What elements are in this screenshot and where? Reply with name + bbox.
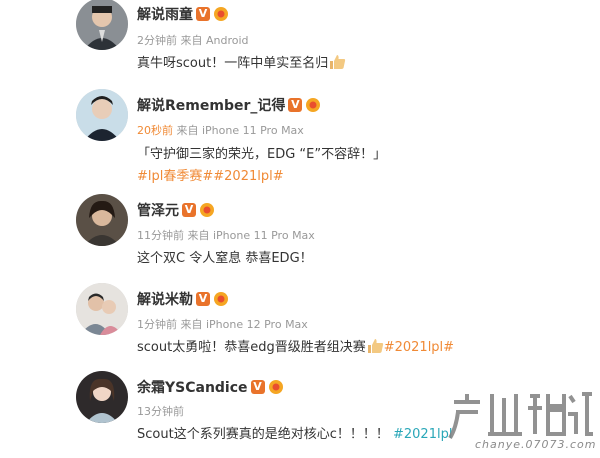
comment-header: 管泽元 V [137,200,215,220]
comment-text: 「守护御三家的荣光，EDG “E”不容辞！」 [137,143,386,162]
comment-body: 真牛呀scout！一阵中单实至名归 [137,56,329,71]
comment-meta: 20秒前 来自 iPhone 11 Pro Max [137,122,304,138]
level-badge-icon [268,380,283,394]
username[interactable]: 解说雨童 [137,4,193,24]
comment-text: scout太勇啦！恭喜edg晋级胜者组决赛 #2021lpl# [137,336,454,355]
source: 来自 iPhone 11 Pro Max [187,229,315,242]
avatar[interactable] [76,89,128,141]
timestamp: 2分钟前 [137,34,177,47]
comment-text: Scout这个系列赛真的是绝对核心c！！！！ #2021lpl [137,423,452,442]
comment-body: 这个双C 令人窒息 恭喜EDG！ [137,251,313,266]
comment-meta: 11分钟前 来自 iPhone 11 Pro Max [137,227,315,243]
source: 来自 Android [180,34,249,47]
timestamp: 11分钟前 [137,229,184,242]
hashtag-link[interactable]: #lpl春季赛##2021lpl# [137,169,284,184]
avatar[interactable] [76,0,128,50]
avatar-image [76,0,128,50]
comment-body: scout太勇啦！恭喜edg晋级胜者组决赛 [137,340,366,355]
verified-badge-icon: V [182,203,196,217]
avatar[interactable] [76,283,128,335]
timestamp: 20秒前 [137,124,173,137]
username[interactable]: 解说米勒 [137,289,193,309]
comment-header: 解说雨童 V [137,4,229,24]
thumbs-up-icon [367,339,383,353]
comment-text: 这个双C 令人窒息 恭喜EDG！ [137,247,313,266]
comment-meta: 1分钟前 来自 iPhone 12 Pro Max [137,316,308,332]
verified-badge-icon: V [196,292,210,306]
comment-body: Scout这个系列赛真的是绝对核心c！！！！ [137,427,389,442]
avatar[interactable] [76,194,128,246]
comment-header: 解说Remember_记得 V [137,95,321,115]
verified-badge-icon: V [250,380,265,394]
avatar-image [76,194,128,246]
avatar[interactable] [76,371,128,423]
username[interactable]: 余霜YSCandice [137,377,248,397]
avatar-image [76,371,128,423]
comment-meta: 13分钟前 [137,403,184,419]
timestamp: 13分钟前 [137,405,184,418]
comment-tags: #lpl春季赛##2021lpl# [137,165,284,184]
comment-body: 「守护御三家的荣光，EDG “E”不容辞！」 [137,147,387,162]
username[interactable]: 管泽元 [137,200,179,220]
hashtag-link[interactable]: #2021lpl# [384,340,454,355]
watermark-url: chanye.07073.com [475,438,597,451]
level-badge-icon [306,98,321,112]
avatar-image [76,283,128,335]
comment-meta: 2分钟前 来自 Android [137,32,249,48]
source: 来自 iPhone 12 Pro Max [180,318,308,331]
username[interactable]: 解说Remember_记得 [137,95,285,115]
verified-badge-icon: V [288,98,303,112]
thumbs-up-icon [330,55,346,69]
level-badge-icon [214,7,228,21]
timestamp: 1分钟前 [137,318,177,331]
level-badge-icon [214,292,228,306]
comment-header: 解说米勒 V [137,289,229,309]
comment-header: 余霜YSCandice V [137,377,284,397]
avatar-image [76,89,128,141]
source: 来自 iPhone 11 Pro Max [176,124,304,137]
verified-badge-icon: V [196,7,210,21]
comment-text: 真牛呀scout！一阵中单实至名归 [137,52,346,71]
level-badge-icon [200,203,214,217]
